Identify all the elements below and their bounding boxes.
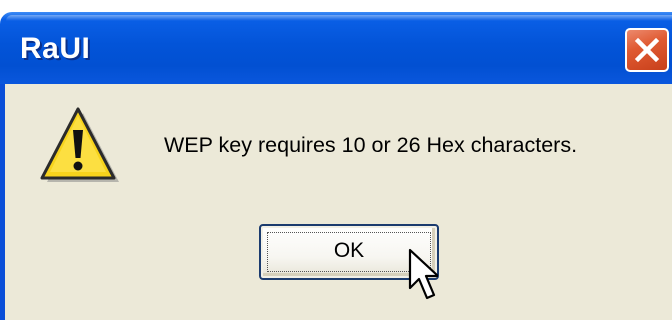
close-icon — [634, 37, 660, 63]
warning-icon — [40, 107, 119, 182]
mouse-cursor-icon — [408, 248, 438, 300]
dialog-message: WEP key requires 10 or 26 Hex characters… — [164, 133, 578, 157]
title-bar-highlight — [6, 15, 672, 21]
message-dialog: RaUI WEP key requires 10 or 26 Hex chara… — [0, 0, 672, 320]
close-button[interactable] — [625, 28, 669, 72]
window-title: RaUI — [20, 32, 91, 65]
title-bar[interactable]: RaUI — [0, 12, 672, 84]
